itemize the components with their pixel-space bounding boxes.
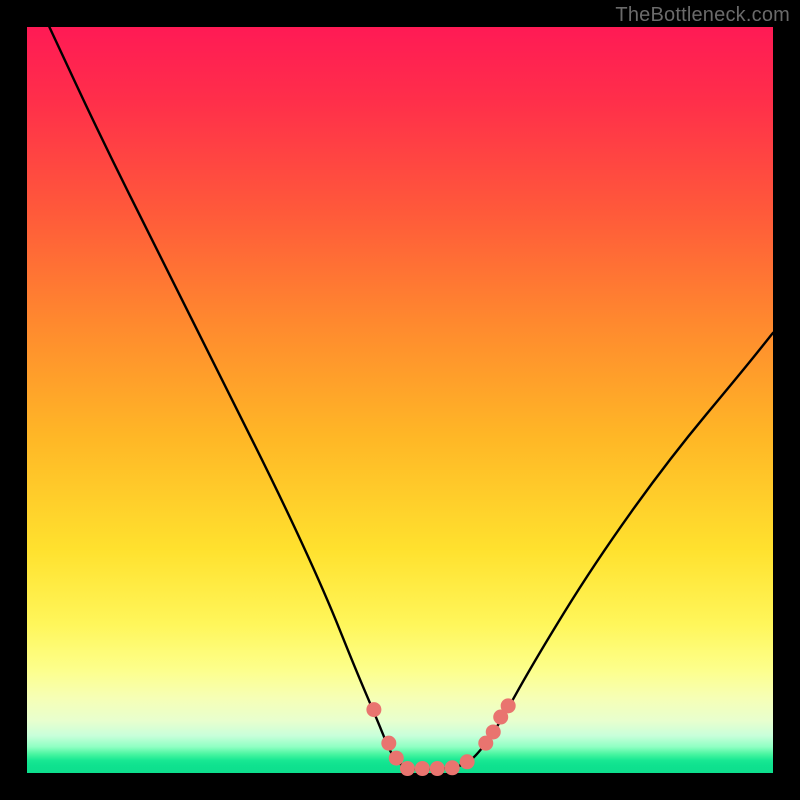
curve-marker bbox=[389, 751, 404, 766]
curve-marker bbox=[430, 761, 445, 776]
curve-marker bbox=[381, 736, 396, 751]
curve-markers bbox=[366, 698, 515, 776]
curve-marker bbox=[400, 761, 415, 776]
chart-frame: TheBottleneck.com bbox=[0, 0, 800, 800]
curve-marker bbox=[445, 760, 460, 775]
curve-marker bbox=[415, 761, 430, 776]
bottleneck-curve-svg bbox=[27, 27, 773, 773]
curve-marker bbox=[501, 698, 516, 713]
curve-marker bbox=[460, 754, 475, 769]
bottleneck-curve bbox=[49, 27, 773, 769]
watermark-text: TheBottleneck.com bbox=[615, 4, 790, 27]
chart-plot-area bbox=[27, 27, 773, 773]
curve-marker bbox=[366, 702, 381, 717]
curve-marker bbox=[486, 724, 501, 739]
